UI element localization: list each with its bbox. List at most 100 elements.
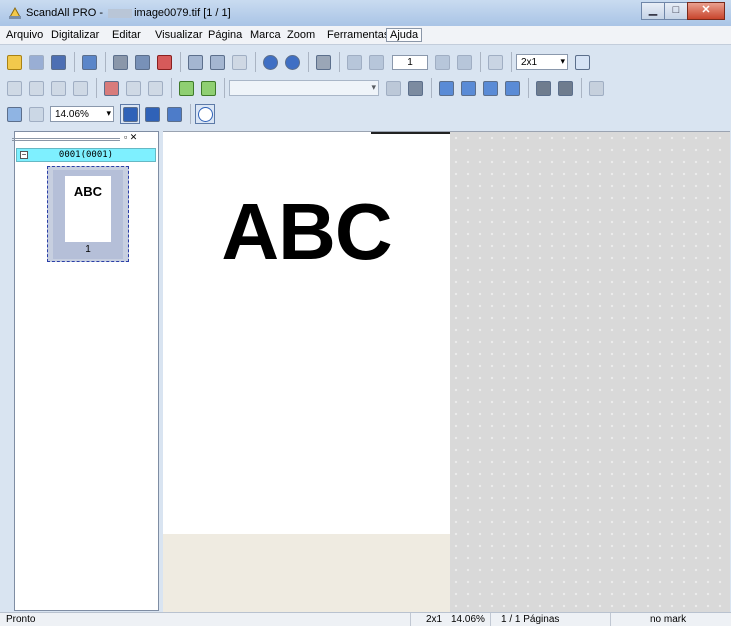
batch-settings-button[interactable] xyxy=(555,78,575,98)
fit-page-button[interactable] xyxy=(485,52,505,72)
print-button[interactable] xyxy=(110,52,130,72)
menu-pagina[interactable]: Página xyxy=(207,29,243,41)
page-thumbnail[interactable]: ABC 1 xyxy=(47,166,129,262)
job-icon xyxy=(588,80,604,96)
insert-page-icon xyxy=(28,80,44,96)
scan-button[interactable] xyxy=(383,78,403,98)
save-as-button[interactable] xyxy=(48,52,68,72)
toolbar-main: 1 2x1 ▾ xyxy=(4,50,594,74)
edit-page-button[interactable] xyxy=(101,78,121,98)
chevron-down-icon: ▾ xyxy=(371,82,376,92)
page-number-input[interactable]: 1 xyxy=(392,54,428,70)
paste-button[interactable] xyxy=(229,52,249,72)
menu-visualizar[interactable]: Visualizar xyxy=(154,29,204,41)
rotate-right-button[interactable] xyxy=(282,52,302,72)
layout-select-value: 2x1 xyxy=(521,57,538,68)
image-viewer[interactable]: ABC xyxy=(163,131,730,612)
thumbnail-frame: ABC 1 xyxy=(53,170,123,259)
last-page-button[interactable] xyxy=(454,52,474,72)
output-mail-button[interactable] xyxy=(458,78,478,98)
minimize-button[interactable]: ▁ xyxy=(641,2,665,20)
toolbar-separator xyxy=(511,52,512,72)
batch-node[interactable]: − 0001(0001) xyxy=(16,148,156,162)
title-bar: ScandAll PRO - image0079.tif [1 / 1] ▁ □… xyxy=(0,0,731,27)
zoom-in-button[interactable] xyxy=(4,104,24,124)
redacted-path xyxy=(108,8,133,18)
next-page-button[interactable] xyxy=(432,52,452,72)
insert-page-before-button[interactable] xyxy=(4,78,24,98)
fit-width-button[interactable] xyxy=(142,104,162,124)
zoom-select[interactable]: 14.06% ▾ xyxy=(50,106,114,122)
menu-ajuda[interactable]: Ajuda xyxy=(386,28,423,42)
rescan-page-button[interactable] xyxy=(70,78,90,98)
menu-editar[interactable]: Editar xyxy=(111,29,142,41)
panel-pin-close-icons[interactable]: ▫ ✕ xyxy=(124,132,137,143)
insert-page-after-button[interactable] xyxy=(26,78,46,98)
clear-mark-button[interactable] xyxy=(145,78,165,98)
fit-height-button[interactable] xyxy=(120,104,140,124)
cut-button[interactable] xyxy=(185,52,205,72)
first-page-button[interactable] xyxy=(344,52,364,72)
toolbar-separator xyxy=(308,52,309,72)
output-pdf-button[interactable] xyxy=(436,78,456,98)
status-separator xyxy=(410,613,411,626)
prev-page-icon xyxy=(368,54,384,70)
zoom-tool-button[interactable] xyxy=(195,104,215,124)
send-button[interactable] xyxy=(132,52,152,72)
batch-scan-button[interactable] xyxy=(533,78,553,98)
copy-icon xyxy=(209,54,225,70)
menu-arquivo[interactable]: Arquivo xyxy=(5,29,44,41)
trash-button[interactable] xyxy=(313,52,333,72)
printer-icon xyxy=(112,54,128,70)
settings-button[interactable] xyxy=(198,78,218,98)
maximize-button[interactable]: □ xyxy=(664,2,688,20)
delete-page-button[interactable] xyxy=(154,52,174,72)
open-button[interactable] xyxy=(4,52,24,72)
status-separator xyxy=(610,613,611,626)
rotate-left-button[interactable] xyxy=(260,52,280,72)
output-folder-button[interactable] xyxy=(502,78,522,98)
toolbar-separator xyxy=(74,52,75,72)
thumbnail-text: ABC xyxy=(73,184,103,199)
layout-select[interactable]: 2x1 ▾ xyxy=(516,54,568,70)
send-page-icon xyxy=(134,54,150,70)
prev-page-button[interactable] xyxy=(366,52,386,72)
output-print-button[interactable] xyxy=(480,78,500,98)
scan-settings-button[interactable] xyxy=(405,78,425,98)
properties-icon xyxy=(81,54,97,70)
save-button[interactable] xyxy=(26,52,46,72)
copy-button[interactable] xyxy=(207,52,227,72)
menu-digitalizar[interactable]: Digitalizar xyxy=(50,29,100,41)
minimize-icon: ▁ xyxy=(648,4,658,16)
insert-page-icon xyxy=(6,80,22,96)
batch-settings-icon xyxy=(557,80,573,96)
save-as-icon xyxy=(50,54,66,70)
maximize-icon: □ xyxy=(672,4,680,16)
status-bar: Pronto 2x1 14.06% 1 / 1 Páginas no mark xyxy=(0,612,731,626)
first-page-icon xyxy=(346,54,362,70)
export-button[interactable] xyxy=(176,78,196,98)
single-page-icon xyxy=(487,54,503,70)
close-icon: ✕ xyxy=(701,4,711,16)
properties-button[interactable] xyxy=(79,52,99,72)
actual-size-button[interactable] xyxy=(164,104,184,124)
menu-zoom[interactable]: Zoom xyxy=(286,29,316,41)
close-button[interactable]: ✕ xyxy=(687,2,725,20)
status-zoom: 14.06% xyxy=(451,614,485,625)
status-layout: 2x1 xyxy=(426,614,443,625)
menu-marca[interactable]: Marca xyxy=(249,29,282,41)
document-text: ABC xyxy=(221,187,392,276)
status-pages: 1 / 1 Páginas xyxy=(501,614,560,625)
replace-page-button[interactable] xyxy=(48,78,68,98)
last-page-icon xyxy=(456,54,472,70)
output-print-icon xyxy=(482,80,498,96)
profile-select[interactable]: ▾ xyxy=(229,80,379,96)
job-button[interactable] xyxy=(586,78,606,98)
grid-view-button[interactable] xyxy=(572,52,592,72)
menu-ferramentas[interactable]: Ferramentas xyxy=(326,29,390,41)
mark-page-button[interactable] xyxy=(123,78,143,98)
output-folder-icon xyxy=(504,80,520,96)
batch-node-label: 0001(0001) xyxy=(58,150,114,160)
panel-grip[interactable] xyxy=(12,138,120,141)
zoom-out-button[interactable] xyxy=(26,104,46,124)
